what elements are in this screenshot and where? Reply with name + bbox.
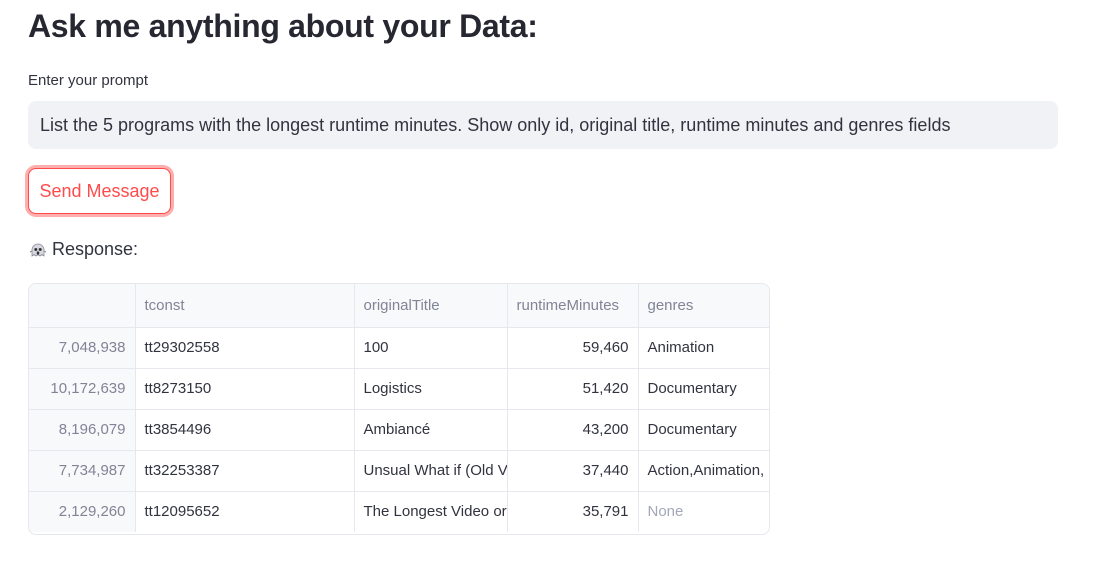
ghost-icon: [28, 240, 48, 260]
app-page: Ask me anything about your Data: Enter y…: [0, 0, 1100, 574]
prompt-input[interactable]: [40, 114, 1046, 136]
column-header-originaltitle[interactable]: originalTitle: [354, 284, 508, 328]
response-heading: Response:: [28, 239, 138, 260]
table-row: 7,048,938 tt29302558 100 59,460 Animatio…: [29, 327, 769, 369]
row-index-cell[interactable]: 10,172,639: [29, 368, 136, 410]
row-index-cell[interactable]: 2,129,260: [29, 491, 136, 532]
original-title-cell[interactable]: The Longest Video or: [354, 491, 508, 532]
runtime-minutes-cell[interactable]: 37,440: [507, 450, 639, 492]
table-row: 8,196,079 tt3854496 Ambiancé 43,200 Docu…: [29, 409, 769, 451]
table-row: 7,734,987 tt32253387 Unsual What if (Old…: [29, 450, 769, 492]
original-title-cell[interactable]: 100: [354, 327, 508, 369]
column-header-genres[interactable]: genres: [638, 284, 769, 328]
runtime-minutes-cell[interactable]: 51,420: [507, 368, 639, 410]
table-header-row: tconst originalTitle runtimeMinutes genr…: [29, 284, 769, 328]
runtime-minutes-cell[interactable]: 43,200: [507, 409, 639, 451]
genres-cell[interactable]: None: [638, 491, 769, 532]
row-index-cell[interactable]: 7,734,987: [29, 450, 136, 492]
prompt-field-container[interactable]: [28, 101, 1058, 149]
original-title-cell[interactable]: Ambiancé: [354, 409, 508, 451]
tconst-cell[interactable]: tt12095652: [135, 491, 355, 532]
results-table[interactable]: tconst originalTitle runtimeMinutes genr…: [28, 283, 770, 535]
page-title: Ask me anything about your Data:: [28, 8, 538, 44]
genres-cell[interactable]: Documentary: [638, 368, 769, 410]
tconst-cell[interactable]: tt8273150: [135, 368, 355, 410]
row-index-cell[interactable]: 8,196,079: [29, 409, 136, 451]
column-header-runtimeminutes[interactable]: runtimeMinutes: [507, 284, 639, 328]
row-index-cell[interactable]: 7,048,938: [29, 327, 136, 369]
runtime-minutes-cell[interactable]: 59,460: [507, 327, 639, 369]
prompt-label: Enter your prompt: [28, 72, 149, 89]
genres-cell[interactable]: Action,Animation,: [638, 450, 769, 492]
column-header-tconst[interactable]: tconst: [135, 284, 355, 328]
response-label: Response:: [52, 239, 139, 259]
table-row: 10,172,639 tt8273150 Logistics 51,420 Do…: [29, 368, 769, 410]
column-header-index[interactable]: [29, 284, 136, 328]
send-message-button[interactable]: Send Message: [28, 168, 171, 214]
tconst-cell[interactable]: tt32253387: [135, 450, 355, 492]
tconst-cell[interactable]: tt29302558: [135, 327, 355, 369]
tconst-cell[interactable]: tt3854496: [135, 409, 355, 451]
genres-cell[interactable]: Animation: [638, 327, 769, 369]
original-title-cell[interactable]: Unsual What if (Old V: [354, 450, 508, 492]
runtime-minutes-cell[interactable]: 35,791: [507, 491, 639, 532]
genres-cell[interactable]: Documentary: [638, 409, 769, 451]
table-row: 2,129,260 tt12095652 The Longest Video o…: [29, 491, 769, 532]
original-title-cell[interactable]: Logistics: [354, 368, 508, 410]
